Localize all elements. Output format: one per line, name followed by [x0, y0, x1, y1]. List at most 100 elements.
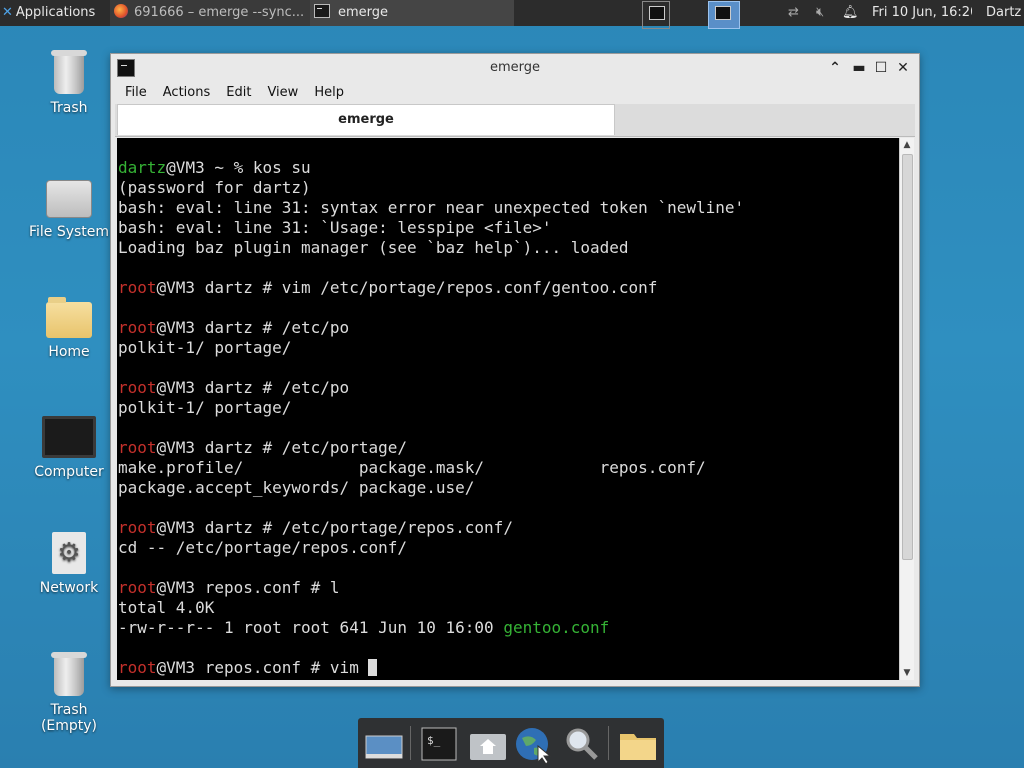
prompt-highlight: root [118, 658, 157, 677]
prompt-highlight: root [118, 318, 157, 337]
desktop-icon-trash[interactable]: Trash [21, 50, 117, 116]
terminal-scrollbar[interactable]: ▲ ▼ [899, 138, 914, 680]
terminal-line-text: (password for dartz) [118, 178, 311, 197]
menu-file[interactable]: File [115, 82, 153, 104]
tab-emerge[interactable]: emerge [117, 104, 615, 135]
terminal-line: root@VM3 dartz # /etc/po [118, 318, 744, 338]
terminal-line-text [118, 358, 128, 377]
drive-icon [46, 180, 92, 218]
terminal-icon [715, 6, 731, 20]
volume-muted-icon[interactable]: 🔇︎ [816, 0, 832, 26]
terminal-line-text: @VM3 repos.conf # vim [156, 658, 369, 677]
desktop-icon-network[interactable]: ⚙ Network [21, 532, 117, 596]
taskbar-item-emerge-sync[interactable]: 691666 – emerge --sync... [110, 0, 312, 26]
terminal-line-text: @VM3 dartz # /etc/portage/repos.conf/ [156, 518, 513, 537]
terminal-line: root@VM3 repos.conf # vim [118, 658, 744, 678]
terminal-icon[interactable]: $_ [418, 724, 462, 764]
terminal-line: make.profile/ package.mask/ repos.conf/ [118, 458, 744, 478]
maximize-button[interactable]: ☐ [871, 58, 891, 78]
top-panel: ✕ Applications 691666 – emerge --sync... … [0, 0, 1024, 29]
terminal-line: Loading baz plugin manager (see `baz hel… [118, 238, 744, 258]
terminal-line-text: cd -- /etc/portage/repos.conf/ [118, 538, 407, 557]
svg-text:$_: $_ [427, 734, 441, 747]
terminal-line-text: @VM3 repos.conf # l [156, 578, 340, 597]
desktop-icon-computer[interactable]: Computer [21, 416, 117, 480]
desktop-icon-label: Trash (Empty) [40, 702, 98, 734]
terminal-line-text: package.accept_keywords/ package.use/ [118, 478, 475, 497]
terminal-line: root@VM3 dartz # vim /etc/portage/repos.… [118, 278, 744, 298]
terminal-line: (password for dartz) [118, 178, 744, 198]
network-icon: ⚙ [52, 532, 86, 574]
terminal-line [118, 298, 744, 318]
terminal-cursor [368, 659, 378, 676]
applications-menu[interactable]: ✕ Applications [0, 0, 110, 26]
terminal-line-text: -rw-r--r-- 1 root root 641 Jun 10 16:00 [118, 618, 504, 637]
terminal-line-text: @VM3 ~ % kos su [166, 158, 311, 177]
terminal-line-text: @VM3 dartz # vim /etc/portage/repos.conf… [156, 278, 658, 297]
terminal-line-text [118, 418, 128, 437]
terminal-line [118, 558, 744, 578]
trash-icon [51, 652, 87, 696]
applications-label: Applications [15, 5, 96, 20]
tab-bar: emerge [115, 104, 915, 137]
desktop-icon-trash-empty[interactable]: Trash (Empty) [21, 652, 117, 734]
taskbar-item-label: emerge [338, 5, 389, 20]
taskbar-item-emerge[interactable]: emerge [310, 0, 514, 26]
desktop-icon-label: Home [48, 344, 90, 360]
taskbar-item-label: 691666 – emerge --sync... [134, 5, 305, 20]
show-desktop-icon[interactable] [362, 724, 406, 764]
search-icon[interactable] [560, 724, 604, 764]
home-folder-icon[interactable] [466, 724, 510, 764]
xfce-logo-icon: ✕ [2, 5, 13, 20]
desktop-icon-label: Trash [50, 100, 88, 116]
workspace-2[interactable] [708, 1, 740, 29]
menu-edit[interactable]: Edit [216, 82, 257, 104]
terminal-line-text [118, 298, 128, 317]
desktop-icon-label: Network [39, 580, 99, 596]
prompt-highlight: root [118, 378, 157, 397]
terminal-line-text: polkit-1/ portage/ [118, 338, 292, 357]
shade-button[interactable]: ⌃ [825, 58, 845, 78]
monitor-icon [42, 416, 96, 458]
terminal-line-text: Loading baz plugin manager (see `baz hel… [118, 238, 629, 257]
terminal-line-text: @VM3 dartz # /etc/po [156, 378, 350, 397]
prompt-highlight: dartz [118, 158, 167, 177]
terminal-line-text [118, 498, 128, 517]
window-titlebar[interactable]: emerge ⌃ ▬ ☐ ✕ [111, 54, 919, 82]
close-button[interactable]: ✕ [893, 58, 913, 78]
network-disconnected-icon[interactable]: ⇄ [788, 0, 806, 26]
terminal-line: -rw-r--r-- 1 root root 641 Jun 10 16:00 … [118, 618, 744, 638]
scroll-down-arrow-icon[interactable]: ▼ [900, 666, 914, 680]
menu-view[interactable]: View [257, 82, 304, 104]
notification-bell-icon[interactable]: 🔔︎ [842, 0, 858, 26]
terminal-line-text: make.profile/ package.mask/ repos.conf/ [118, 458, 706, 477]
terminal-output[interactable]: dartz@VM3 ~ % kos su (password for dartz)… [117, 138, 899, 680]
workspace-1[interactable] [642, 1, 670, 29]
terminal-icon [314, 4, 330, 18]
web-browser-icon[interactable] [512, 724, 556, 765]
menu-actions[interactable]: Actions [153, 82, 217, 104]
terminal-line-text: bash: eval: line 31: syntax error near u… [118, 198, 745, 217]
prompt-highlight: gentoo.conf [503, 618, 610, 637]
terminal-line: polkit-1/ portage/ [118, 398, 744, 418]
files-folder-icon[interactable] [616, 724, 660, 764]
terminal-line: root@VM3 repos.conf # l [118, 578, 744, 598]
dock: $_ [358, 718, 664, 768]
terminal-line [118, 638, 744, 658]
terminal-line: total 4.0K [118, 598, 744, 618]
desktop-icon-file-system[interactable]: File System [21, 180, 117, 240]
prompt-highlight: root [118, 438, 157, 457]
scroll-up-arrow-icon[interactable]: ▲ [900, 138, 914, 152]
user-menu[interactable]: Dartz [986, 0, 1024, 26]
scrollbar-thumb[interactable] [902, 154, 913, 560]
minimize-button[interactable]: ▬ [849, 58, 869, 78]
menu-help[interactable]: Help [304, 82, 350, 104]
terminal-line [118, 418, 744, 438]
terminal-line-text: total 4.0K [118, 598, 215, 617]
home-folder-icon [46, 297, 92, 338]
clock[interactable]: Fri 10 Jun, 16:20 [872, 0, 972, 26]
terminal-line: package.accept_keywords/ package.use/ [118, 478, 744, 498]
terminal-line: cd -- /etc/portage/repos.conf/ [118, 538, 744, 558]
desktop-icon-home[interactable]: Home [21, 297, 117, 360]
terminal-text: dartz@VM3 ~ % kos su (password for dartz)… [118, 158, 744, 678]
